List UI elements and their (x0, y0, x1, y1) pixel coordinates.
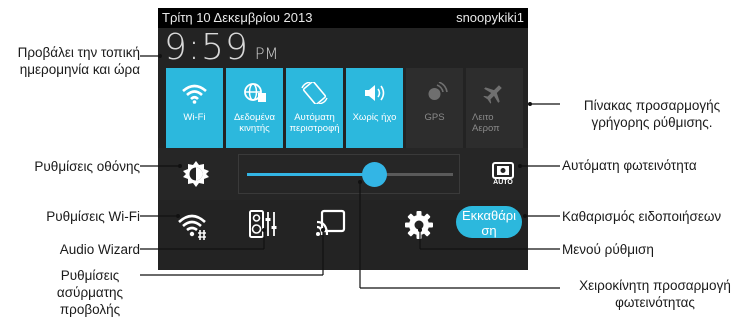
callout-lines (140, 54, 560, 289)
